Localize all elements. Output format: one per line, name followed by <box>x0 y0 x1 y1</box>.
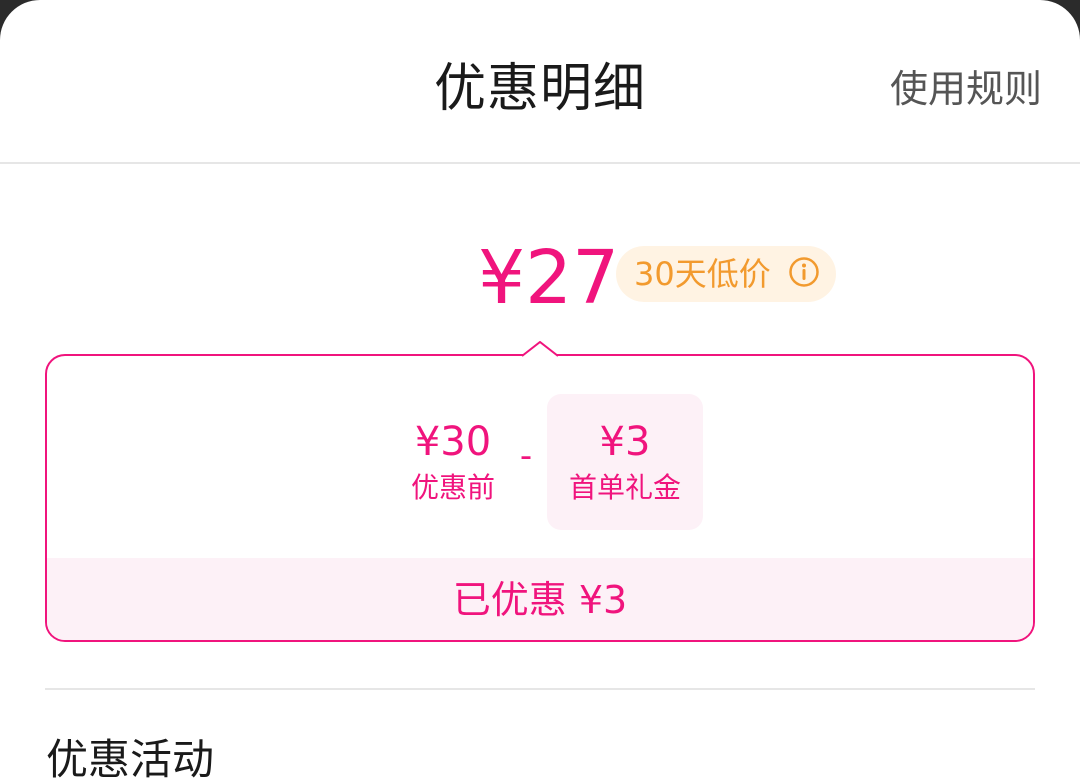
minus-operator: - <box>519 436 533 476</box>
sheet-header: 优惠明细 使用规则 <box>0 0 1080 164</box>
original-price: ¥30 <box>414 419 492 465</box>
price-row: ¥27 30天低价 <box>0 232 1080 322</box>
pointer-notch <box>522 341 558 357</box>
discount-detail-sheet: 优惠明细 使用规则 ¥27 30天低价 ¥30 优惠前 - ¥3 首单礼金 已优… <box>0 0 1080 782</box>
info-icon[interactable] <box>788 256 820 288</box>
original-price-label: 优惠前 <box>410 471 495 504</box>
low-price-badge[interactable]: 30天低价 <box>616 246 836 302</box>
gift-label: 首单礼金 <box>568 471 681 504</box>
gift-amount: ¥3 <box>599 419 651 465</box>
usage-rules-link[interactable]: 使用规则 <box>890 58 1042 113</box>
final-price: ¥27 <box>478 235 620 321</box>
promotions-section-title: 优惠活动 <box>46 735 215 782</box>
first-order-gift-block[interactable]: ¥3 首单礼金 <box>547 394 703 530</box>
total-saved-bar: 已优惠 ¥3 <box>47 558 1033 640</box>
discount-breakdown-card: ¥30 优惠前 - ¥3 首单礼金 已优惠 ¥3 <box>45 354 1035 642</box>
low-price-badge-label: 30天低价 <box>634 255 771 293</box>
price-calculation: ¥30 优惠前 - ¥3 首单礼金 <box>47 356 1033 558</box>
original-price-block: ¥30 优惠前 <box>383 416 523 508</box>
section-divider <box>45 688 1035 690</box>
